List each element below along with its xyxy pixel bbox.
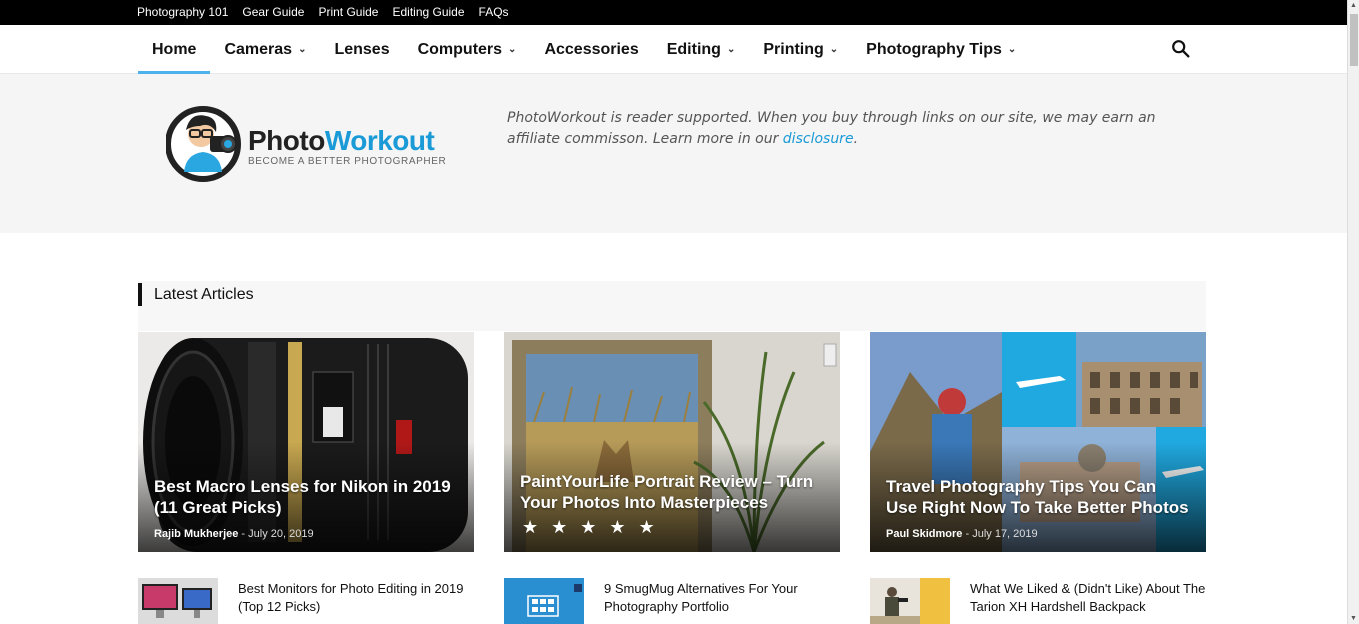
search-icon[interactable] <box>1170 38 1192 60</box>
top-links: Photography 101 Gear Guide Print Guide E… <box>137 5 523 19</box>
latest-articles-bar: Latest Articles <box>138 281 1206 331</box>
toplink-photography-101[interactable]: Photography 101 <box>137 5 228 19</box>
card-author[interactable]: Rajib Mukherjee <box>154 528 238 540</box>
chevron-down-icon: ⌄ <box>298 44 307 55</box>
list-item-title[interactable]: Best Monitors for Photo Editing in 2019 … <box>238 580 478 616</box>
affiliate-disclaimer: PhotoWorkout is reader supported. When y… <box>507 108 1187 150</box>
rating-stars-icon: ★ ★ ★ ★ ★ <box>522 517 659 537</box>
chevron-down-icon: ⌄ <box>829 44 839 55</box>
nav-label: Accessories <box>544 40 639 58</box>
toplink-gear-guide[interactable]: Gear Guide <box>242 5 304 19</box>
card-meta: Rajib Mukherjee - July 20, 2019 <box>154 528 314 540</box>
card-title[interactable]: Travel Photography Tips You Can Use Righ… <box>886 476 1190 518</box>
logo-workout: Workout <box>324 125 435 156</box>
main-nav: Home Cameras ⌄ Lenses Computers ⌄ Accessor… <box>0 25 1347 74</box>
nav-item-cameras[interactable]: Cameras ⌄ <box>210 25 320 74</box>
featured-article-card[interactable]: Best Macro Lenses for Nikon in 2019 (11 … <box>138 332 474 552</box>
card-date: July 20, 2019 <box>248 528 314 540</box>
list-item-title[interactable]: 9 SmugMug Alternatives For Your Photogra… <box>604 580 844 616</box>
nav-label: Photography Tips <box>866 40 1002 58</box>
featured-article-card[interactable]: Travel Photography Tips You Can Use Righ… <box>870 332 1206 552</box>
nav-label: Computers <box>417 40 503 58</box>
page-scrollbar[interactable]: ▲ ▼ <box>1347 0 1359 624</box>
card-title[interactable]: Best Macro Lenses for Nikon in 2019 (11 … <box>154 476 458 518</box>
chevron-down-icon: ⌄ <box>1007 44 1017 55</box>
site-logo[interactable]: PhotoWorkout BECOME A BETTER PHOTOGRAPHE… <box>166 104 456 184</box>
article-thumbnail[interactable] <box>138 578 218 624</box>
list-item-title[interactable]: What We Liked & (Didn't Like) About The … <box>970 580 1210 616</box>
card-date: July 17, 2019 <box>972 528 1038 540</box>
logo-photo: Photo <box>248 125 325 156</box>
scroll-up-arrow-icon[interactable]: ▲ <box>1350 2 1357 9</box>
nav-item-lenses[interactable]: Lenses <box>320 25 403 74</box>
chevron-down-icon: ⌄ <box>726 44 736 55</box>
scroll-down-arrow-icon[interactable]: ▼ <box>1350 615 1357 622</box>
nav-label: Editing <box>666 40 721 58</box>
list-item[interactable]: Best Monitors for Photo Editing in 2019 … <box>138 578 474 624</box>
article-thumbnail[interactable] <box>870 578 950 624</box>
nav-label: Printing <box>763 40 824 58</box>
logo-mascot-icon <box>166 106 241 182</box>
card-meta: Paul Skidmore - July 17, 2019 <box>886 528 1038 540</box>
toplink-editing-guide[interactable]: Editing Guide <box>392 5 464 19</box>
nav-item-accessories[interactable]: Accessories <box>530 25 652 74</box>
article-thumbnail[interactable] <box>504 578 584 624</box>
nav-item-printing[interactable]: Printing ⌄ <box>749 25 852 74</box>
nav-label: Lenses <box>334 40 390 58</box>
nav-item-photography-tips[interactable]: Photography Tips ⌄ <box>852 25 1030 74</box>
disclosure-link[interactable]: disclosure <box>783 131 854 147</box>
latest-articles-title: Latest Articles <box>138 283 254 306</box>
card-author[interactable]: Paul Skidmore <box>886 528 962 540</box>
disclaimer-end: . <box>853 131 859 147</box>
list-item[interactable]: What We Liked & (Didn't Like) About The … <box>870 578 1206 624</box>
toplink-print-guide[interactable]: Print Guide <box>318 5 378 19</box>
toplink-faqs[interactable]: FAQs <box>479 5 509 19</box>
nav-item-home[interactable]: Home <box>138 25 211 74</box>
nav-label: Home <box>152 40 197 58</box>
nav-label: Cameras <box>224 40 293 58</box>
top-bar: Photography 101 Gear Guide Print Guide E… <box>0 0 1347 25</box>
chevron-down-icon: ⌄ <box>508 44 517 55</box>
featured-article-card[interactable]: PaintYourLife Portrait Review – Turn You… <box>504 332 840 552</box>
site-header: PhotoWorkout BECOME A BETTER PHOTOGRAPHE… <box>0 74 1347 233</box>
card-title[interactable]: PaintYourLife Portrait Review – Turn You… <box>520 471 824 513</box>
nav-item-editing[interactable]: Editing ⌄ <box>653 25 750 74</box>
nav-item-computers[interactable]: Computers ⌄ <box>404 25 531 74</box>
scroll-thumb[interactable] <box>1350 14 1358 66</box>
list-item[interactable]: 9 SmugMug Alternatives For Your Photogra… <box>504 578 840 624</box>
logo-tagline: BECOME A BETTER PHOTOGRAPHER <box>248 156 447 167</box>
